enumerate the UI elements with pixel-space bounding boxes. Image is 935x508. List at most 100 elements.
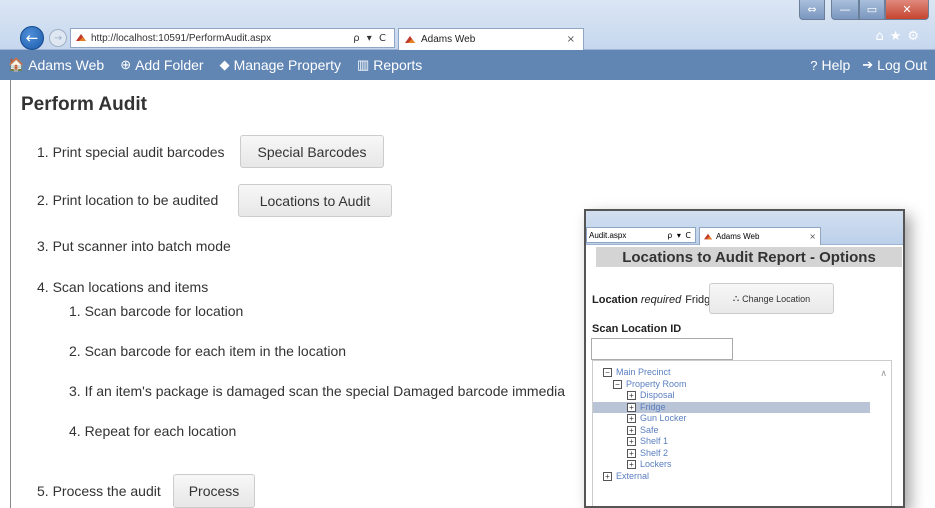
tree-node-label[interactable]: Lockers	[640, 459, 672, 469]
substep-1: 1. Scan barcode for location	[69, 303, 244, 319]
popup-tab[interactable]: Adams Web ×	[699, 227, 821, 245]
popup-chrome: Audit.aspx ρ ▾ C Adams Web ×	[586, 211, 903, 245]
back-arrow-icon[interactable]: ←	[20, 26, 44, 50]
popup-title: Locations to Audit Report - Options	[596, 247, 902, 267]
step-4: 4. Scan locations and items	[37, 279, 209, 295]
step-3: 3. Put scanner into batch mode	[37, 238, 231, 254]
tree-node[interactable]: + Fridge	[593, 401, 870, 413]
bar-chart-icon: ▥	[356, 57, 370, 72]
home-star-gear-icon[interactable]: ⌂★⚙	[875, 29, 925, 44]
substep-3: 3. If an item's package is damaged scan …	[69, 383, 566, 399]
nav-adams-web[interactable]: 🏠 Adams Web	[8, 57, 104, 73]
locations-to-audit-button[interactable]: Locations to Audit	[238, 184, 392, 217]
nav-manage-property[interactable]: ◆ Manage Property	[220, 57, 341, 73]
process-button[interactable]: Process	[173, 474, 255, 508]
expand-icon[interactable]: +	[627, 402, 636, 412]
window-controls: ⇔ — ▭ ✕	[799, 0, 929, 20]
plus-circle-icon: ⊕	[120, 57, 132, 72]
tree-node-label[interactable]: Disposal	[640, 390, 675, 400]
nav-label: Reports	[373, 57, 423, 73]
search-refresh-icon[interactable]: ρ ▾ C	[667, 231, 695, 240]
step-5: 5. Process the audit	[37, 483, 161, 499]
close-button[interactable]: ✕	[885, 0, 929, 20]
page-title: Perform Audit	[21, 94, 147, 115]
scan-location-label: Scan Location ID	[592, 323, 682, 335]
forward-arrow-icon[interactable]: →	[49, 29, 67, 47]
tree-node[interactable]: + Disposal	[627, 390, 675, 401]
favicon-icon	[405, 35, 415, 43]
browser-tab[interactable]: Adams Web ×	[398, 28, 584, 50]
tree-node-label[interactable]: Fridge	[640, 402, 666, 412]
tree-node[interactable]: + External	[603, 471, 649, 482]
step-2: 2. Print location to be audited	[37, 192, 219, 208]
report-options-popup: Audit.aspx ρ ▾ C Adams Web × Locations t…	[584, 209, 905, 508]
tree-node-label[interactable]: Safe	[640, 425, 659, 435]
expand-icon[interactable]: +	[627, 425, 636, 435]
logout-icon: ➔	[862, 57, 874, 72]
nav-log-out[interactable]: ➔ Log Out	[862, 57, 927, 73]
location-field: Location required Fridge	[592, 294, 716, 306]
expand-icon[interactable]: +	[627, 437, 636, 447]
nav-reports[interactable]: ▥ Reports	[357, 57, 422, 73]
tab-close-icon[interactable]: ×	[809, 232, 820, 241]
tab-close-icon[interactable]: ×	[567, 34, 583, 45]
special-barcodes-button[interactable]: Special Barcodes	[240, 135, 384, 168]
tree-node-label[interactable]: Shelf 1	[640, 436, 668, 446]
tree-node[interactable]: + Gun Locker	[627, 413, 687, 424]
content-divider	[10, 80, 11, 508]
minimize-button[interactable]: —	[831, 0, 859, 20]
maximize-button[interactable]: ▭	[859, 0, 885, 20]
location-tree: ∧ − Main Precinct − Property Room + Disposal +…	[592, 360, 892, 506]
expand-icon[interactable]: +	[627, 448, 636, 458]
substep-2: 2. Scan barcode for each item in the loc…	[69, 343, 347, 359]
collapse-icon[interactable]: −	[613, 379, 622, 389]
nav-help[interactable]: ? Help	[810, 57, 850, 73]
expand-icon[interactable]: +	[627, 460, 636, 470]
expand-icon[interactable]: +	[603, 471, 612, 481]
nav-label: Log Out	[877, 57, 927, 73]
popup-address-bar[interactable]: Audit.aspx ρ ▾ C	[586, 227, 696, 243]
sitemap-icon: ⛬	[732, 293, 740, 303]
scroll-up-icon[interactable]: ∧	[880, 369, 887, 379]
tag-icon: ◆	[219, 57, 230, 72]
nav-label: Add Folder	[135, 57, 204, 73]
tree-node-label[interactable]: External	[616, 471, 649, 481]
tree-node[interactable]: + Lockers	[627, 459, 672, 470]
location-required-text: required	[640, 294, 682, 306]
address-bar[interactable]: http://localhost:10591/PerformAudit.aspx…	[70, 28, 395, 48]
change-location-label: Change Location	[742, 293, 811, 304]
tree-node-label[interactable]: Main Precinct	[616, 367, 671, 377]
search-refresh-icon[interactable]: ρ ▾ C	[353, 33, 394, 44]
nav-right: ? Help ➔ Log Out	[798, 57, 935, 73]
expand-icon[interactable]: +	[627, 391, 636, 401]
tree-node[interactable]: + Safe	[627, 425, 659, 436]
restore-icon[interactable]: ⇔	[799, 0, 825, 20]
collapse-icon[interactable]: −	[603, 368, 612, 378]
app-navbar: 🏠 Adams Web ⊕ Add Folder ◆ Manage Proper…	[0, 50, 935, 80]
tree-node[interactable]: + Shelf 2	[627, 448, 668, 459]
tree-node[interactable]: − Property Room	[613, 379, 687, 390]
question-icon: ?	[810, 57, 818, 73]
tab-title: Adams Web	[421, 34, 476, 45]
tree-node-label[interactable]: Shelf 2	[640, 448, 668, 458]
tree-node-label[interactable]: Property Room	[626, 379, 687, 389]
tree-node[interactable]: − Main Precinct	[603, 367, 671, 378]
nav-label: Help	[821, 57, 851, 73]
popup-url-text: Audit.aspx	[589, 230, 627, 240]
browser-chrome: ⇔ — ▭ ✕ ← → http://localhost:10591/Perfo…	[0, 0, 935, 50]
tree-node[interactable]: + Shelf 1	[627, 436, 668, 447]
tree-node-label[interactable]: Gun Locker	[640, 413, 687, 423]
step-1: 1. Print special audit barcodes	[37, 144, 225, 160]
scan-location-input[interactable]	[591, 338, 733, 360]
popup-tab-title: Adams Web	[716, 232, 760, 241]
url-text: http://localhost:10591/PerformAudit.aspx	[91, 32, 272, 44]
favicon-icon	[76, 34, 86, 41]
nav-label: Manage Property	[233, 57, 341, 73]
location-label: Location	[592, 294, 638, 306]
favicon-icon	[704, 233, 712, 239]
change-location-button[interactable]: ⛬ Change Location	[709, 283, 834, 314]
nav-add-folder[interactable]: ⊕ Add Folder	[120, 57, 203, 73]
home-icon: 🏠	[8, 57, 25, 72]
nav-label: Adams Web	[28, 57, 105, 73]
expand-icon[interactable]: +	[627, 414, 636, 424]
